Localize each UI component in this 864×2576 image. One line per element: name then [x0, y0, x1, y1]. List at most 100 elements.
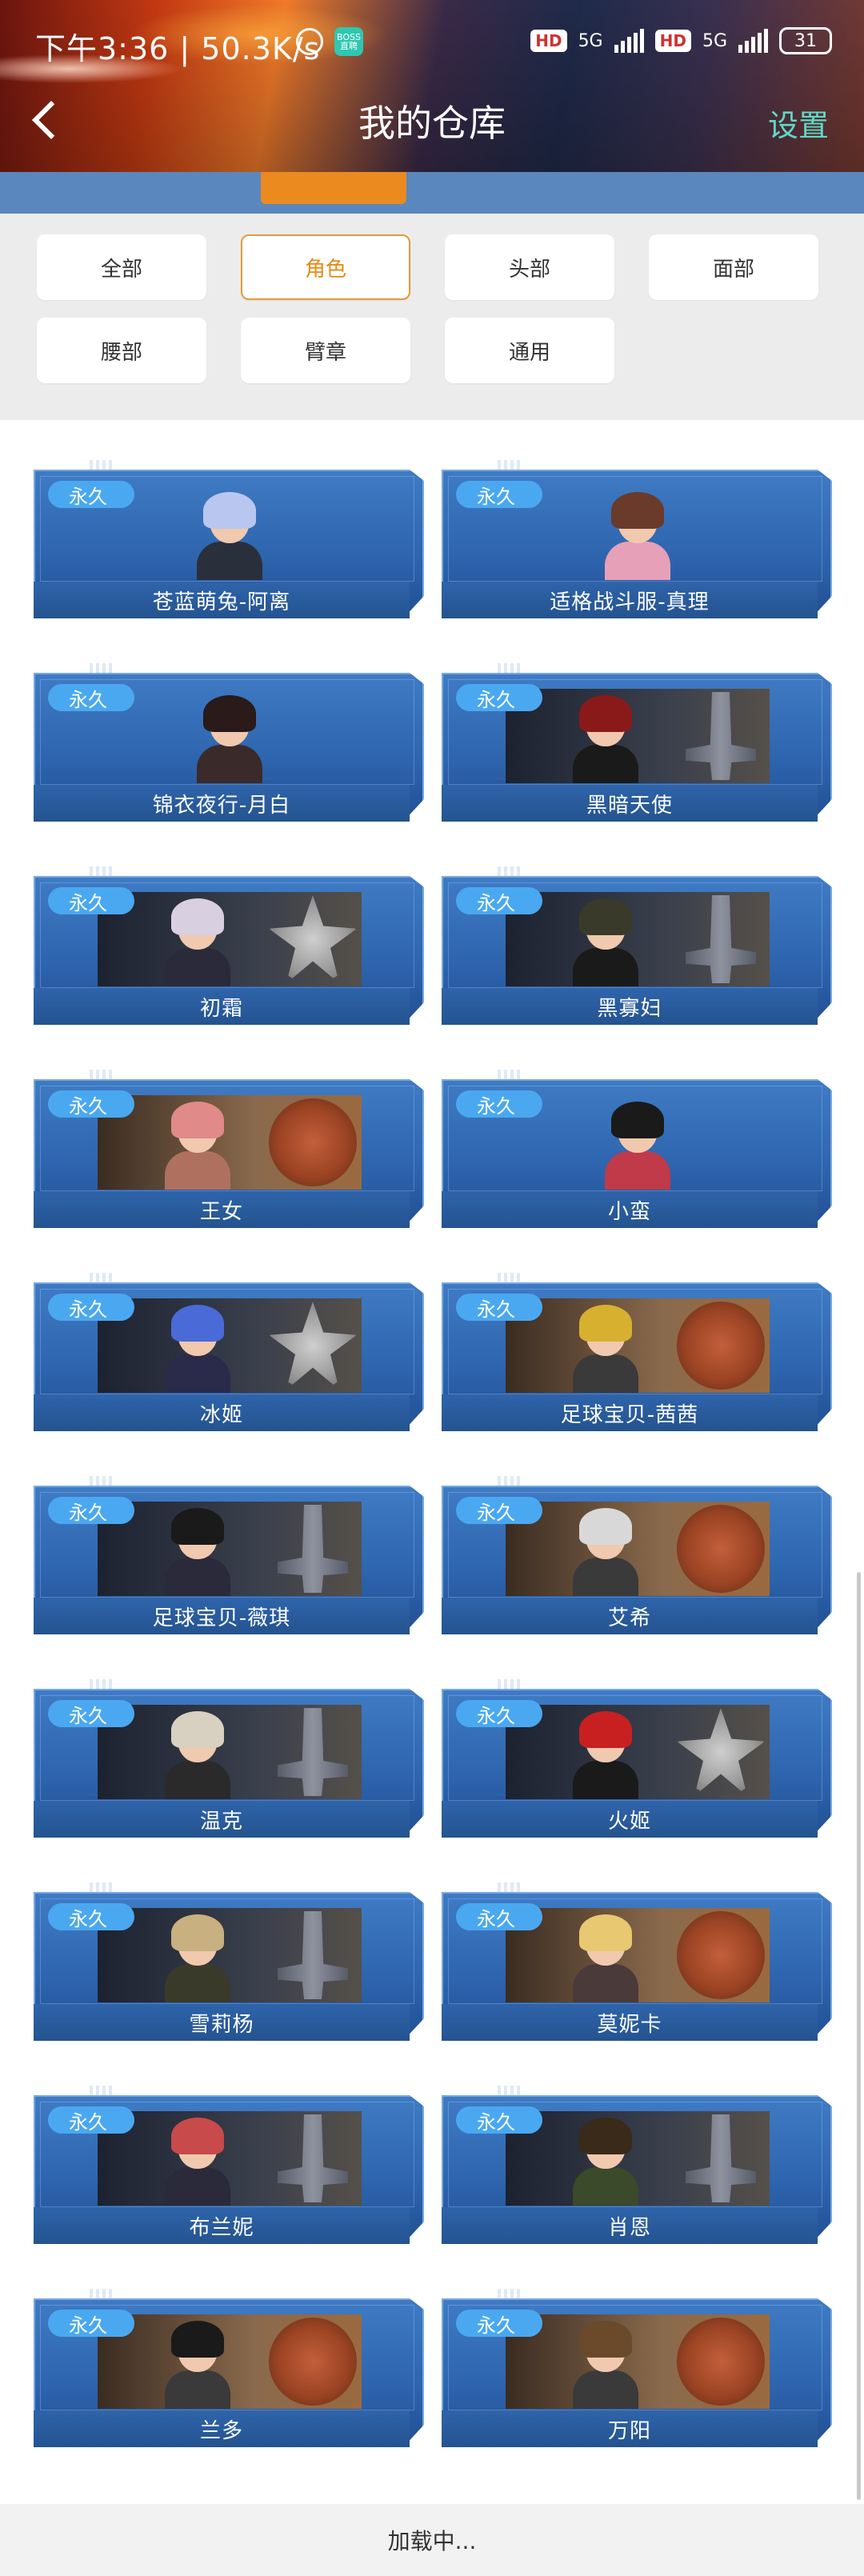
item-card[interactable]: 永久初霜 — [34, 866, 424, 1025]
character-hair — [171, 1102, 224, 1138]
item-card[interactable]: 永久 雪莉杨 — [34, 1882, 424, 2041]
status-bar: 下午3:36 | 50.3K/s BOSS直聘 HD 5G HD 5G 31 — [0, 0, 864, 88]
item-card[interactable]: 永久 苍蓝萌兔-阿离 — [34, 460, 424, 618]
item-card[interactable]: 永久兰多 — [34, 2289, 424, 2447]
item-card[interactable]: 永久肖恩 — [442, 2086, 832, 2244]
character-body — [573, 1558, 638, 1596]
card-tab-decoration — [90, 1882, 112, 1894]
character-body — [573, 1964, 638, 2002]
card-tab-decoration — [498, 663, 520, 674]
character-hair — [579, 1914, 632, 1951]
item-card[interactable]: 永久 火姬 — [442, 1679, 832, 1838]
tab-active-indicator[interactable] — [261, 172, 406, 204]
character-figure — [154, 2118, 242, 2206]
card-tab-decoration — [498, 460, 520, 471]
character-hair — [579, 1711, 632, 1748]
character-figure — [562, 898, 650, 986]
character-hair — [611, 492, 664, 529]
item-card[interactable]: 永久 锦衣夜行-月白 — [34, 663, 424, 822]
hd-icon: HD — [654, 30, 691, 52]
card-tab-decoration — [90, 663, 112, 674]
permanent-badge: 永久 — [48, 1090, 134, 1118]
filter-chip-face[interactable]: 面部 — [649, 234, 818, 300]
item-card[interactable]: 永久 冰姬 — [34, 1273, 424, 1431]
loading-indicator: 加载中... — [0, 2504, 864, 2576]
page-title: 我的仓库 — [358, 102, 506, 145]
status-time: 下午3:36 | 50.3K/s — [35, 31, 321, 66]
item-name: 肖恩 — [442, 2207, 818, 2244]
filter-chip-armband[interactable]: 臂章 — [241, 318, 410, 383]
character-hair — [579, 1305, 632, 1342]
character-figure — [154, 2321, 242, 2409]
card-tab-decoration — [498, 1476, 520, 1487]
settings-button[interactable]: 设置 — [768, 101, 829, 145]
item-name: 足球宝贝-薇琪 — [34, 1598, 410, 1634]
permanent-badge: 永久 — [456, 1090, 542, 1118]
character-figure — [562, 1711, 650, 1799]
item-card[interactable]: 永久 足球宝贝-薇琪 — [34, 1476, 424, 1634]
filter-chip-head[interactable]: 头部 — [445, 234, 614, 300]
card-tab-decoration — [498, 2086, 520, 2097]
permanent-badge: 永久 — [456, 2106, 542, 2134]
network-label: 5G — [702, 30, 727, 51]
character-art — [98, 1908, 362, 2002]
item-name: 兰多 — [34, 2410, 410, 2447]
boss-app-icon: BOSS直聘 — [334, 27, 363, 56]
permanent-badge: 永久 — [48, 887, 134, 914]
item-name: 小蛮 — [442, 1191, 818, 1228]
character-body — [165, 1558, 230, 1596]
scrollbar[interactable] — [857, 1572, 861, 2500]
permanent-badge: 永久 — [48, 2310, 134, 2337]
item-card[interactable]: 永久 温克 — [34, 1679, 424, 1838]
card-tab-decoration — [90, 1476, 112, 1487]
card-tab-decoration — [498, 1679, 520, 1690]
character-hair — [203, 492, 256, 529]
item-card[interactable]: 永久王女 — [34, 1070, 424, 1228]
card-tab-decoration — [90, 460, 112, 471]
item-card[interactable]: 永久 艾希 — [442, 1476, 832, 1634]
signal-icon — [738, 29, 768, 53]
character-figure — [562, 2321, 650, 2409]
network-label: 5G — [578, 30, 603, 51]
character-hair — [579, 2118, 632, 2154]
item-name: 艾希 — [442, 1598, 818, 1634]
character-art — [506, 1705, 770, 1799]
character-figure — [594, 1102, 682, 1190]
item-name: 初霜 — [34, 988, 410, 1025]
item-card[interactable]: 永久 万阳 — [442, 2289, 832, 2447]
filter-chip-all[interactable]: 全部 — [37, 234, 206, 300]
item-card[interactable]: 永久 黑暗天使 — [442, 663, 832, 822]
item-card[interactable]: 永久小蛮 — [442, 1070, 832, 1228]
character-hair — [171, 1305, 224, 1342]
character-art — [98, 1095, 362, 1190]
character-body — [165, 2370, 230, 2409]
fist-emblem-icon — [677, 1302, 765, 1390]
filter-chip-waist[interactable]: 腰部 — [37, 318, 206, 383]
character-body — [573, 2370, 638, 2409]
item-card[interactable]: 永久 莫妮卡 — [442, 1882, 832, 2041]
filter-chip-general[interactable]: 通用 — [445, 318, 614, 383]
signal-icon — [614, 29, 644, 53]
character-hair — [203, 695, 256, 732]
card-tab-decoration — [498, 866, 520, 878]
item-card[interactable]: 永久 适格战斗服-真理 — [442, 460, 832, 618]
item-card[interactable]: 永久 黑寡妇 — [442, 866, 832, 1025]
permanent-badge: 永久 — [456, 887, 542, 914]
item-name: 布兰妮 — [34, 2207, 410, 2244]
category-tabs — [0, 172, 864, 214]
character-hair — [171, 898, 224, 935]
item-card[interactable]: 永久 足球宝贝-茜茜 — [442, 1273, 832, 1431]
character-figure — [154, 1508, 242, 1596]
item-card[interactable]: 永久 布兰妮 — [34, 2086, 424, 2244]
fist-emblem-icon — [269, 2318, 357, 2406]
character-figure — [154, 1914, 242, 2002]
character-body — [573, 1354, 638, 1393]
character-body — [165, 1761, 230, 1799]
item-name: 王女 — [34, 1191, 410, 1228]
filter-chip-character[interactable]: 角色 — [241, 234, 410, 300]
character-body — [197, 745, 262, 783]
character-art — [98, 1502, 362, 1596]
character-art — [506, 1908, 770, 2002]
item-name: 锦衣夜行-月白 — [34, 785, 410, 822]
item-name: 苍蓝萌兔-阿离 — [34, 582, 410, 618]
